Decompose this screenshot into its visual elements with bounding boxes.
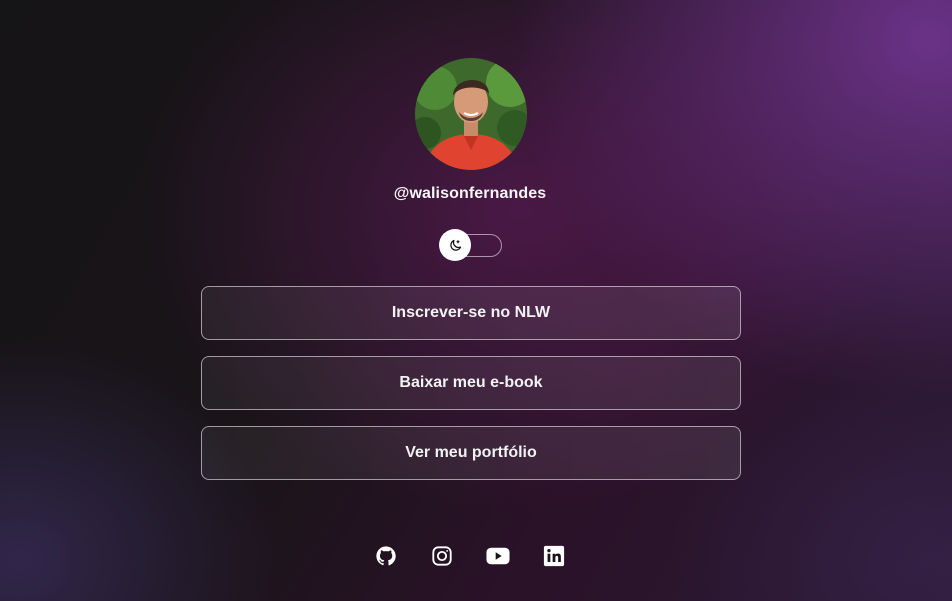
profile-username: @walisonfernandes [393, 185, 547, 202]
instagram-link[interactable] [430, 544, 454, 568]
link-button-portfolio[interactable]: Ver meu portfólio [201, 426, 741, 480]
youtube-link[interactable] [486, 544, 510, 568]
link-button-nlw[interactable]: Inscrever-se no NLW [201, 286, 741, 340]
youtube-icon [486, 547, 510, 565]
profile-avatar [415, 58, 527, 170]
github-link[interactable] [374, 544, 398, 568]
link-label: Ver meu portfólio [405, 444, 537, 461]
social-links [0, 544, 940, 568]
link-tree-page: @walisonfernandes Inscrever-se no NLW Ba… [0, 0, 952, 601]
linkedin-icon [543, 545, 565, 567]
link-label: Baixar meu e-book [399, 374, 543, 391]
theme-toggle-knob[interactable] [439, 229, 471, 261]
link-label: Inscrever-se no NLW [391, 304, 551, 321]
theme-toggle-switch[interactable] [439, 229, 502, 261]
link-list: Inscrever-se no NLW Baixar meu e-book Ve… [201, 286, 741, 496]
github-icon [376, 546, 396, 566]
link-button-ebook[interactable]: Baixar meu e-book [201, 356, 741, 410]
linkedin-link[interactable] [542, 544, 566, 568]
instagram-icon [432, 546, 452, 566]
moon-icon [449, 239, 461, 251]
